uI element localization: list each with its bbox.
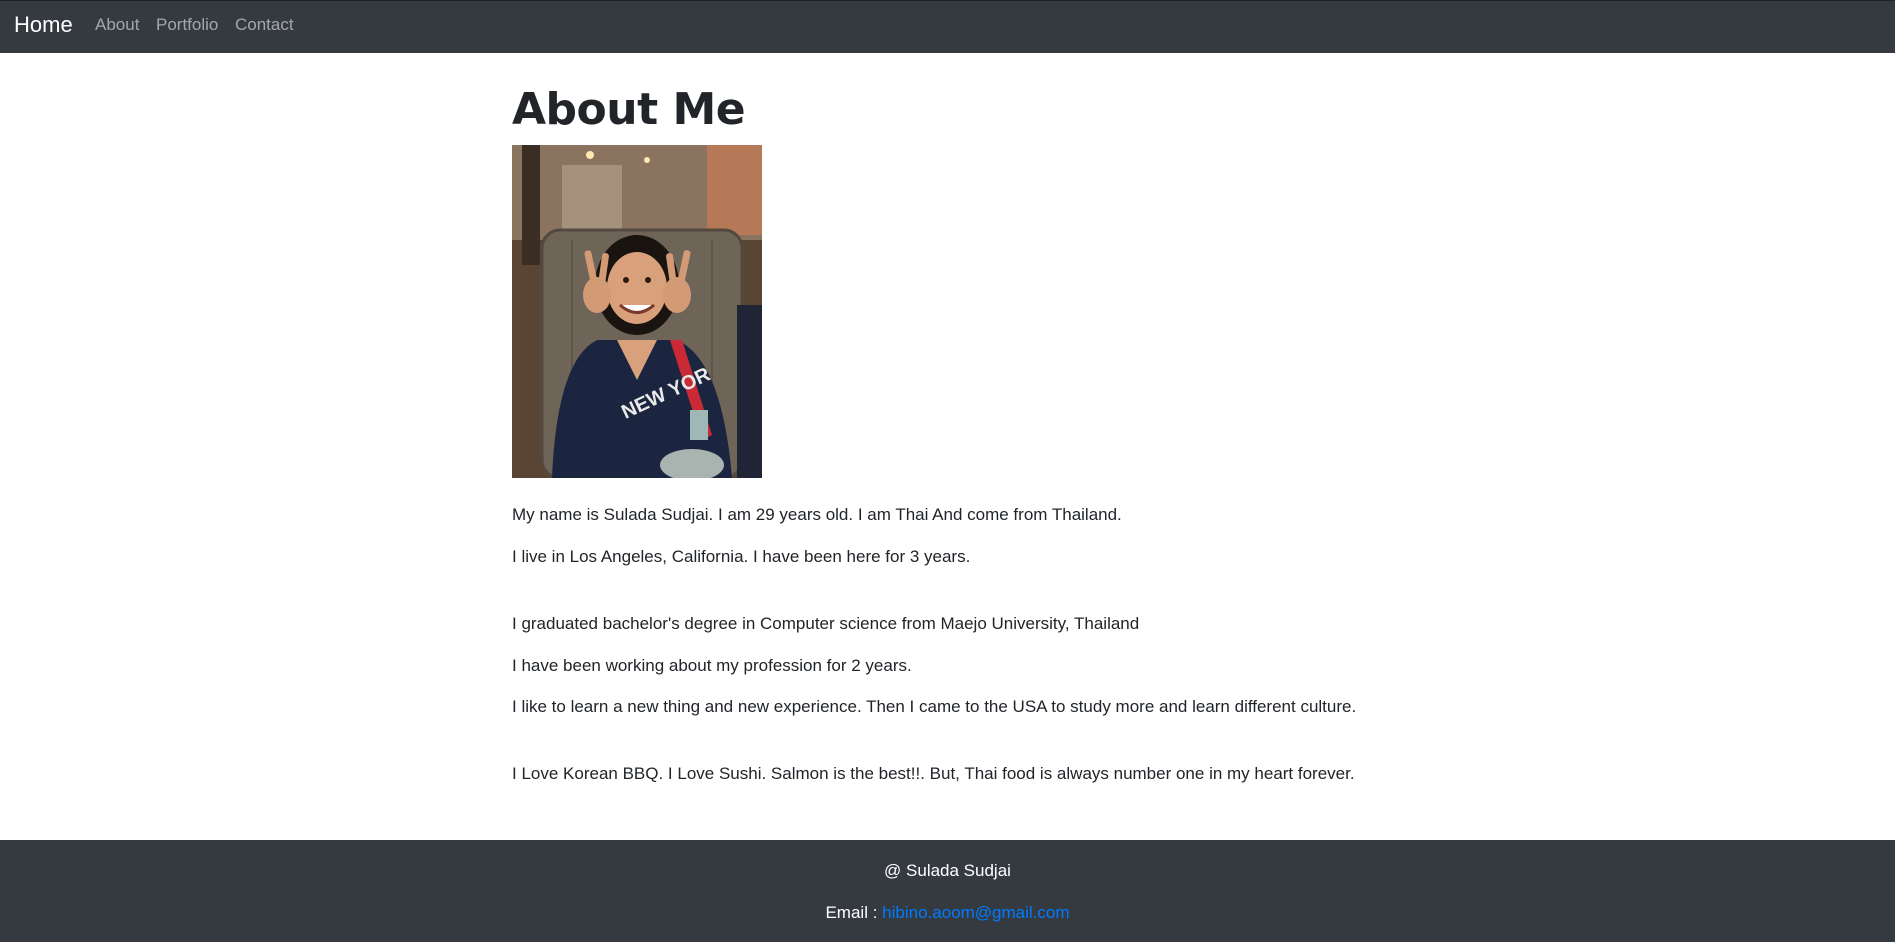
intro-paragraph-education: I graduated bachelor's degree in Compute… bbox=[512, 614, 1140, 633]
intro-paragraph-learning: I like to learn a new thing and new expe… bbox=[512, 697, 1357, 716]
footer-email-link[interactable]: hibino.aoom@gmail.com bbox=[882, 903, 1069, 922]
nav-brand-home[interactable]: Home bbox=[14, 12, 73, 38]
nav-link-about[interactable]: About bbox=[95, 14, 139, 36]
intro-paragraph-location: I live in Los Angeles, California. I hav… bbox=[512, 547, 971, 566]
top-navbar: Home About Portfolio Contact bbox=[0, 0, 1895, 53]
profile-photo-image: NEW YOR bbox=[512, 145, 762, 478]
intro-paragraph-name: My name is Sulada Sudjai. I am 29 years … bbox=[512, 505, 1122, 524]
nav-link-contact[interactable]: Contact bbox=[235, 14, 294, 36]
footer-email-line: Email : hibino.aoom@gmail.com bbox=[0, 902, 1895, 924]
intro-paragraph-work: I have been working about my profession … bbox=[512, 656, 912, 675]
nav-link-portfolio[interactable]: Portfolio bbox=[156, 14, 218, 36]
footer-copyright: @ Sulada Sudjai bbox=[884, 861, 1011, 880]
footer-email-label: Email : bbox=[825, 903, 878, 922]
page-title: About Me bbox=[512, 84, 746, 135]
profile-photo: NEW YOR bbox=[512, 145, 762, 478]
page-footer: @ Sulada Sudjai Email : hibino.aoom@gmai… bbox=[0, 840, 1895, 942]
intro-paragraph-food: I Love Korean BBQ. I Love Sushi. Salmon … bbox=[512, 764, 1355, 783]
